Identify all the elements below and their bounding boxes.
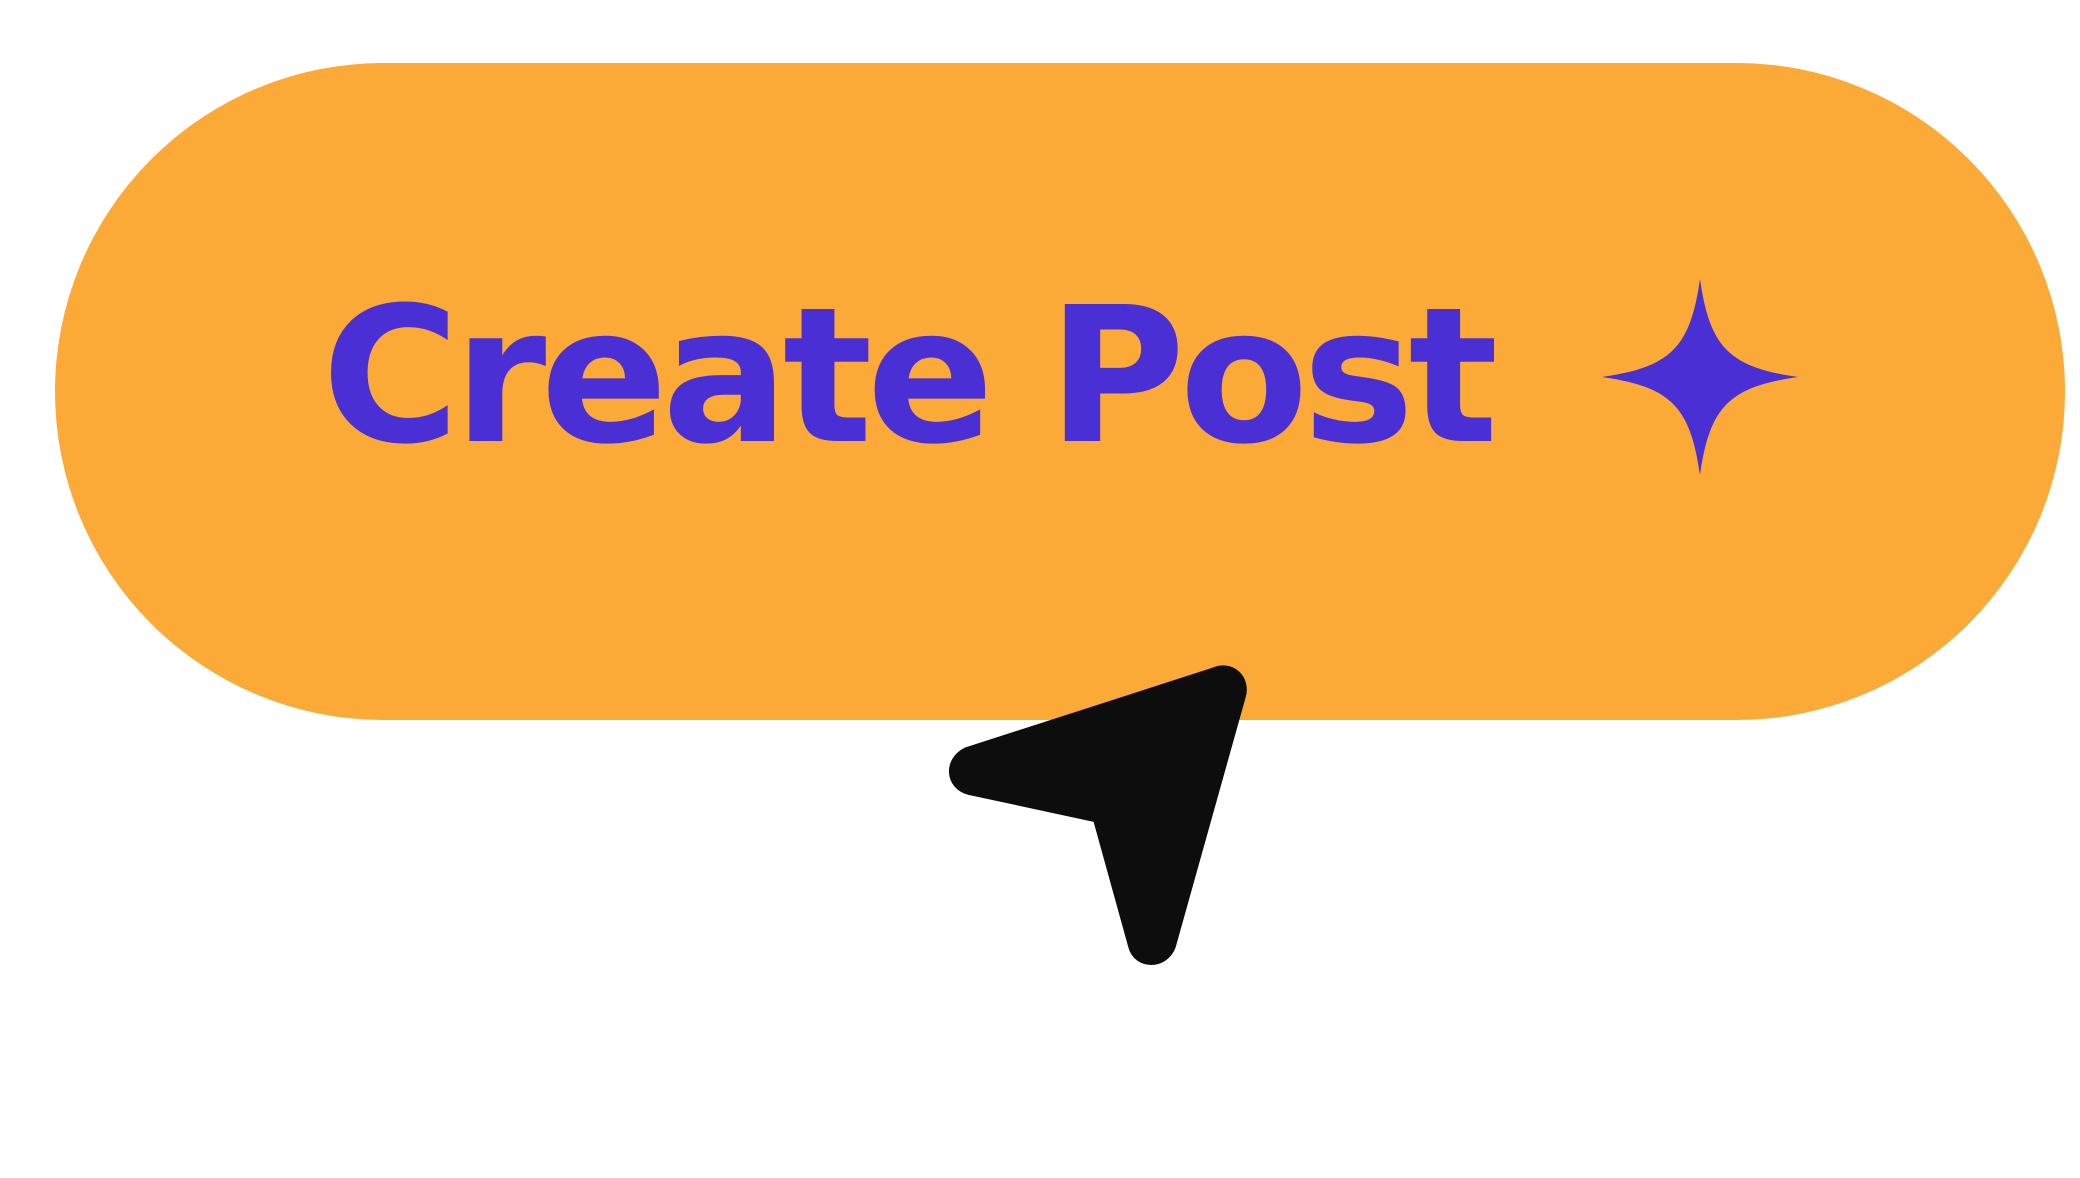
mouse-pointer-icon (949, 665, 1247, 965)
sparkle-icon (1602, 278, 1799, 475)
create-post-label: Create Post (321, 266, 1499, 486)
create-post-button[interactable]: Create Post (55, 63, 2065, 720)
page: Create Post (0, 0, 2080, 1178)
